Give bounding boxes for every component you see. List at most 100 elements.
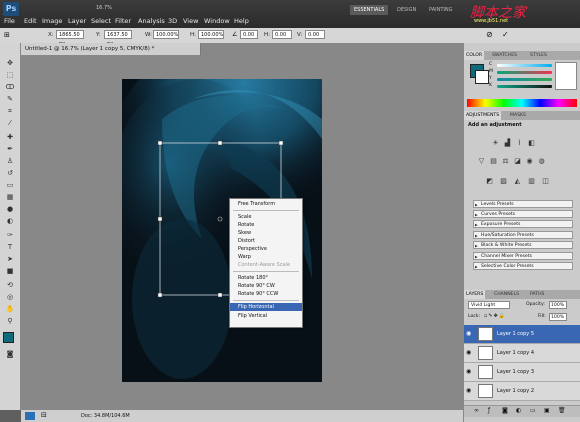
threshold-icon[interactable]: ◭ — [513, 177, 522, 185]
preset-selective-color[interactable]: Selective Color Presets — [473, 262, 573, 271]
adjustment-layer-icon[interactable]: ◐ — [516, 407, 521, 414]
menu-image[interactable]: Image — [42, 17, 62, 25]
preset-levels[interactable]: Levels Presets — [473, 200, 573, 209]
black-white-icon[interactable]: ◪ — [513, 157, 522, 165]
tab-layers[interactable]: LAYERS — [464, 290, 486, 299]
menu-rotate-180[interactable]: Rotate 180° — [230, 274, 302, 282]
color-values-box[interactable] — [555, 62, 577, 90]
workspace-essentials[interactable]: ESSENTIALS — [350, 5, 389, 15]
exposure-icon[interactable]: ◧ — [527, 139, 536, 147]
layer-row[interactable]: ◉ Layer 1 copy 3 — [464, 363, 580, 382]
menu-free-transform[interactable]: Free Transform — [230, 200, 302, 208]
menu-layer[interactable]: Layer — [68, 17, 86, 25]
brush-tool-icon[interactable]: ✒ — [5, 145, 15, 153]
tab-channels[interactable]: CHANNELS — [492, 290, 521, 299]
x-field[interactable]: 1865.50 px — [56, 30, 84, 47]
menu-analysis[interactable]: Analysis — [138, 17, 165, 25]
menu-3d[interactable]: 3D — [168, 17, 177, 25]
eyedropper-tool-icon[interactable]: ⁄ — [5, 119, 15, 127]
menu-warp[interactable]: Warp — [230, 253, 302, 261]
eraser-tool-icon[interactable]: ▭ — [5, 181, 15, 189]
width-field[interactable]: 100.00% — [153, 30, 179, 39]
opacity-field[interactable]: 100% — [549, 301, 567, 309]
posterize-icon[interactable]: ▨ — [499, 177, 508, 185]
zoom-tool-icon[interactable]: ⚲ — [5, 317, 15, 325]
stamp-tool-icon[interactable]: ♙ — [5, 157, 15, 165]
yellow-slider[interactable] — [497, 78, 552, 81]
menu-perspective[interactable]: Perspective — [230, 245, 302, 253]
y-field[interactable]: 1637.50 px — [104, 30, 132, 47]
foreground-color-swatch[interactable] — [3, 332, 14, 343]
height-field[interactable]: 100.00% — [198, 30, 224, 39]
skew-v-field[interactable]: 0.00 — [305, 30, 325, 39]
channel-mixer-icon[interactable]: ◍ — [537, 157, 546, 165]
menu-distort[interactable]: Distort — [230, 237, 302, 245]
marquee-tool-icon[interactable]: ⬚ — [5, 71, 15, 79]
black-slider[interactable] — [497, 85, 552, 88]
new-layer-icon[interactable]: ▣ — [544, 407, 550, 414]
gradient-tool-icon[interactable]: ▦ — [5, 193, 15, 201]
menu-file[interactable]: File — [4, 17, 15, 25]
document-tab[interactable]: Untitled-1 @ 16.7% (Layer 1 copy 5, CMYK… — [21, 43, 201, 55]
preset-exposure[interactable]: Exposure Presets — [473, 220, 573, 229]
quick-select-tool-icon[interactable]: ✎ — [5, 95, 15, 103]
link-layers-icon[interactable]: ∞ — [474, 407, 479, 414]
color-spectrum-bar[interactable] — [467, 99, 577, 107]
new-group-icon[interactable]: ▭ — [530, 407, 536, 414]
blend-mode-select[interactable]: Vivid Light — [468, 301, 510, 309]
layer-mask-icon[interactable]: ◙ — [502, 407, 508, 414]
tab-swatches[interactable]: SWATCHES — [490, 51, 519, 60]
hand-tool-icon[interactable]: ✋ — [5, 305, 15, 313]
angle-field[interactable]: 0.00 — [240, 30, 258, 39]
3d-rotate-tool-icon[interactable]: ⟲ — [5, 281, 15, 289]
blur-tool-icon[interactable]: ● — [5, 205, 15, 213]
skew-h-field[interactable]: 0.00 — [272, 30, 292, 39]
commit-icon[interactable]: ✓ — [502, 30, 509, 39]
lasso-tool-icon[interactable]: ↀ — [5, 83, 15, 91]
menu-scale[interactable]: Scale — [230, 213, 302, 221]
quick-mask-icon[interactable]: ◙ — [5, 350, 15, 358]
layer-row[interactable]: ◉ Layer 1 copy 5 — [464, 325, 580, 344]
preset-hue-saturation[interactable]: Hue/Saturation Presets — [473, 231, 573, 240]
start-icon[interactable] — [25, 412, 35, 420]
layer-row[interactable]: ◉ Layer 1 copy 2 — [464, 382, 580, 401]
3d-orbit-tool-icon[interactable]: ◎ — [5, 293, 15, 301]
menu-edit[interactable]: Edit — [24, 17, 37, 25]
healing-tool-icon[interactable]: ✚ — [5, 133, 15, 141]
eye-icon[interactable]: ◉ — [466, 349, 471, 356]
zoom-out-icon[interactable]: ⊟ — [41, 411, 47, 419]
menu-flip-horizontal[interactable]: Flip Horizontal — [230, 303, 302, 311]
curves-icon[interactable]: ⌇ — [515, 139, 524, 147]
menu-skew[interactable]: Skew — [230, 229, 302, 237]
cancel-icon[interactable]: ⊘ — [486, 30, 493, 39]
pen-tool-icon[interactable]: ✑ — [5, 231, 15, 239]
tab-masks[interactable]: MASKS — [508, 111, 528, 120]
gradient-map-icon[interactable]: ▥ — [527, 177, 536, 185]
menu-flip-vertical[interactable]: Flip Vertical — [230, 312, 302, 320]
delete-layer-icon[interactable]: 🗑 — [558, 407, 566, 414]
background-color-chip[interactable] — [475, 70, 489, 84]
menu-select[interactable]: Select — [91, 17, 111, 25]
history-brush-icon[interactable]: ↺ — [5, 169, 15, 177]
lock-icons[interactable]: ▫✎✥🔒 — [484, 313, 506, 319]
workspace-painting[interactable]: PAINTING — [425, 5, 456, 15]
menu-filter[interactable]: Filter — [115, 17, 131, 25]
eye-icon[interactable]: ◉ — [466, 368, 471, 375]
cyan-slider[interactable] — [497, 64, 552, 67]
selective-color-icon[interactable]: ◫ — [541, 177, 550, 185]
type-tool-icon[interactable]: T — [5, 243, 15, 251]
layer-style-icon[interactable]: ƒ — [488, 407, 490, 414]
dodge-tool-icon[interactable]: ◐ — [5, 217, 15, 225]
levels-icon[interactable]: ▟ — [503, 139, 512, 147]
path-select-tool-icon[interactable]: ➤ — [5, 255, 15, 263]
invert-icon[interactable]: ◩ — [485, 177, 494, 185]
tab-adjustments[interactable]: ADJUSTMENTS — [464, 111, 502, 120]
color-balance-icon[interactable]: ⚖ — [501, 157, 510, 165]
menu-rotate-90-cw[interactable]: Rotate 90° CW — [230, 282, 302, 290]
magenta-slider[interactable] — [497, 71, 552, 74]
tab-styles[interactable]: STYLES — [528, 51, 549, 60]
photo-filter-icon[interactable]: ◉ — [525, 157, 534, 165]
menu-view[interactable]: View — [183, 17, 198, 25]
preset-channel-mixer[interactable]: Channel Mixer Presets — [473, 252, 573, 261]
preset-black-white[interactable]: Black & White Presets — [473, 241, 573, 250]
